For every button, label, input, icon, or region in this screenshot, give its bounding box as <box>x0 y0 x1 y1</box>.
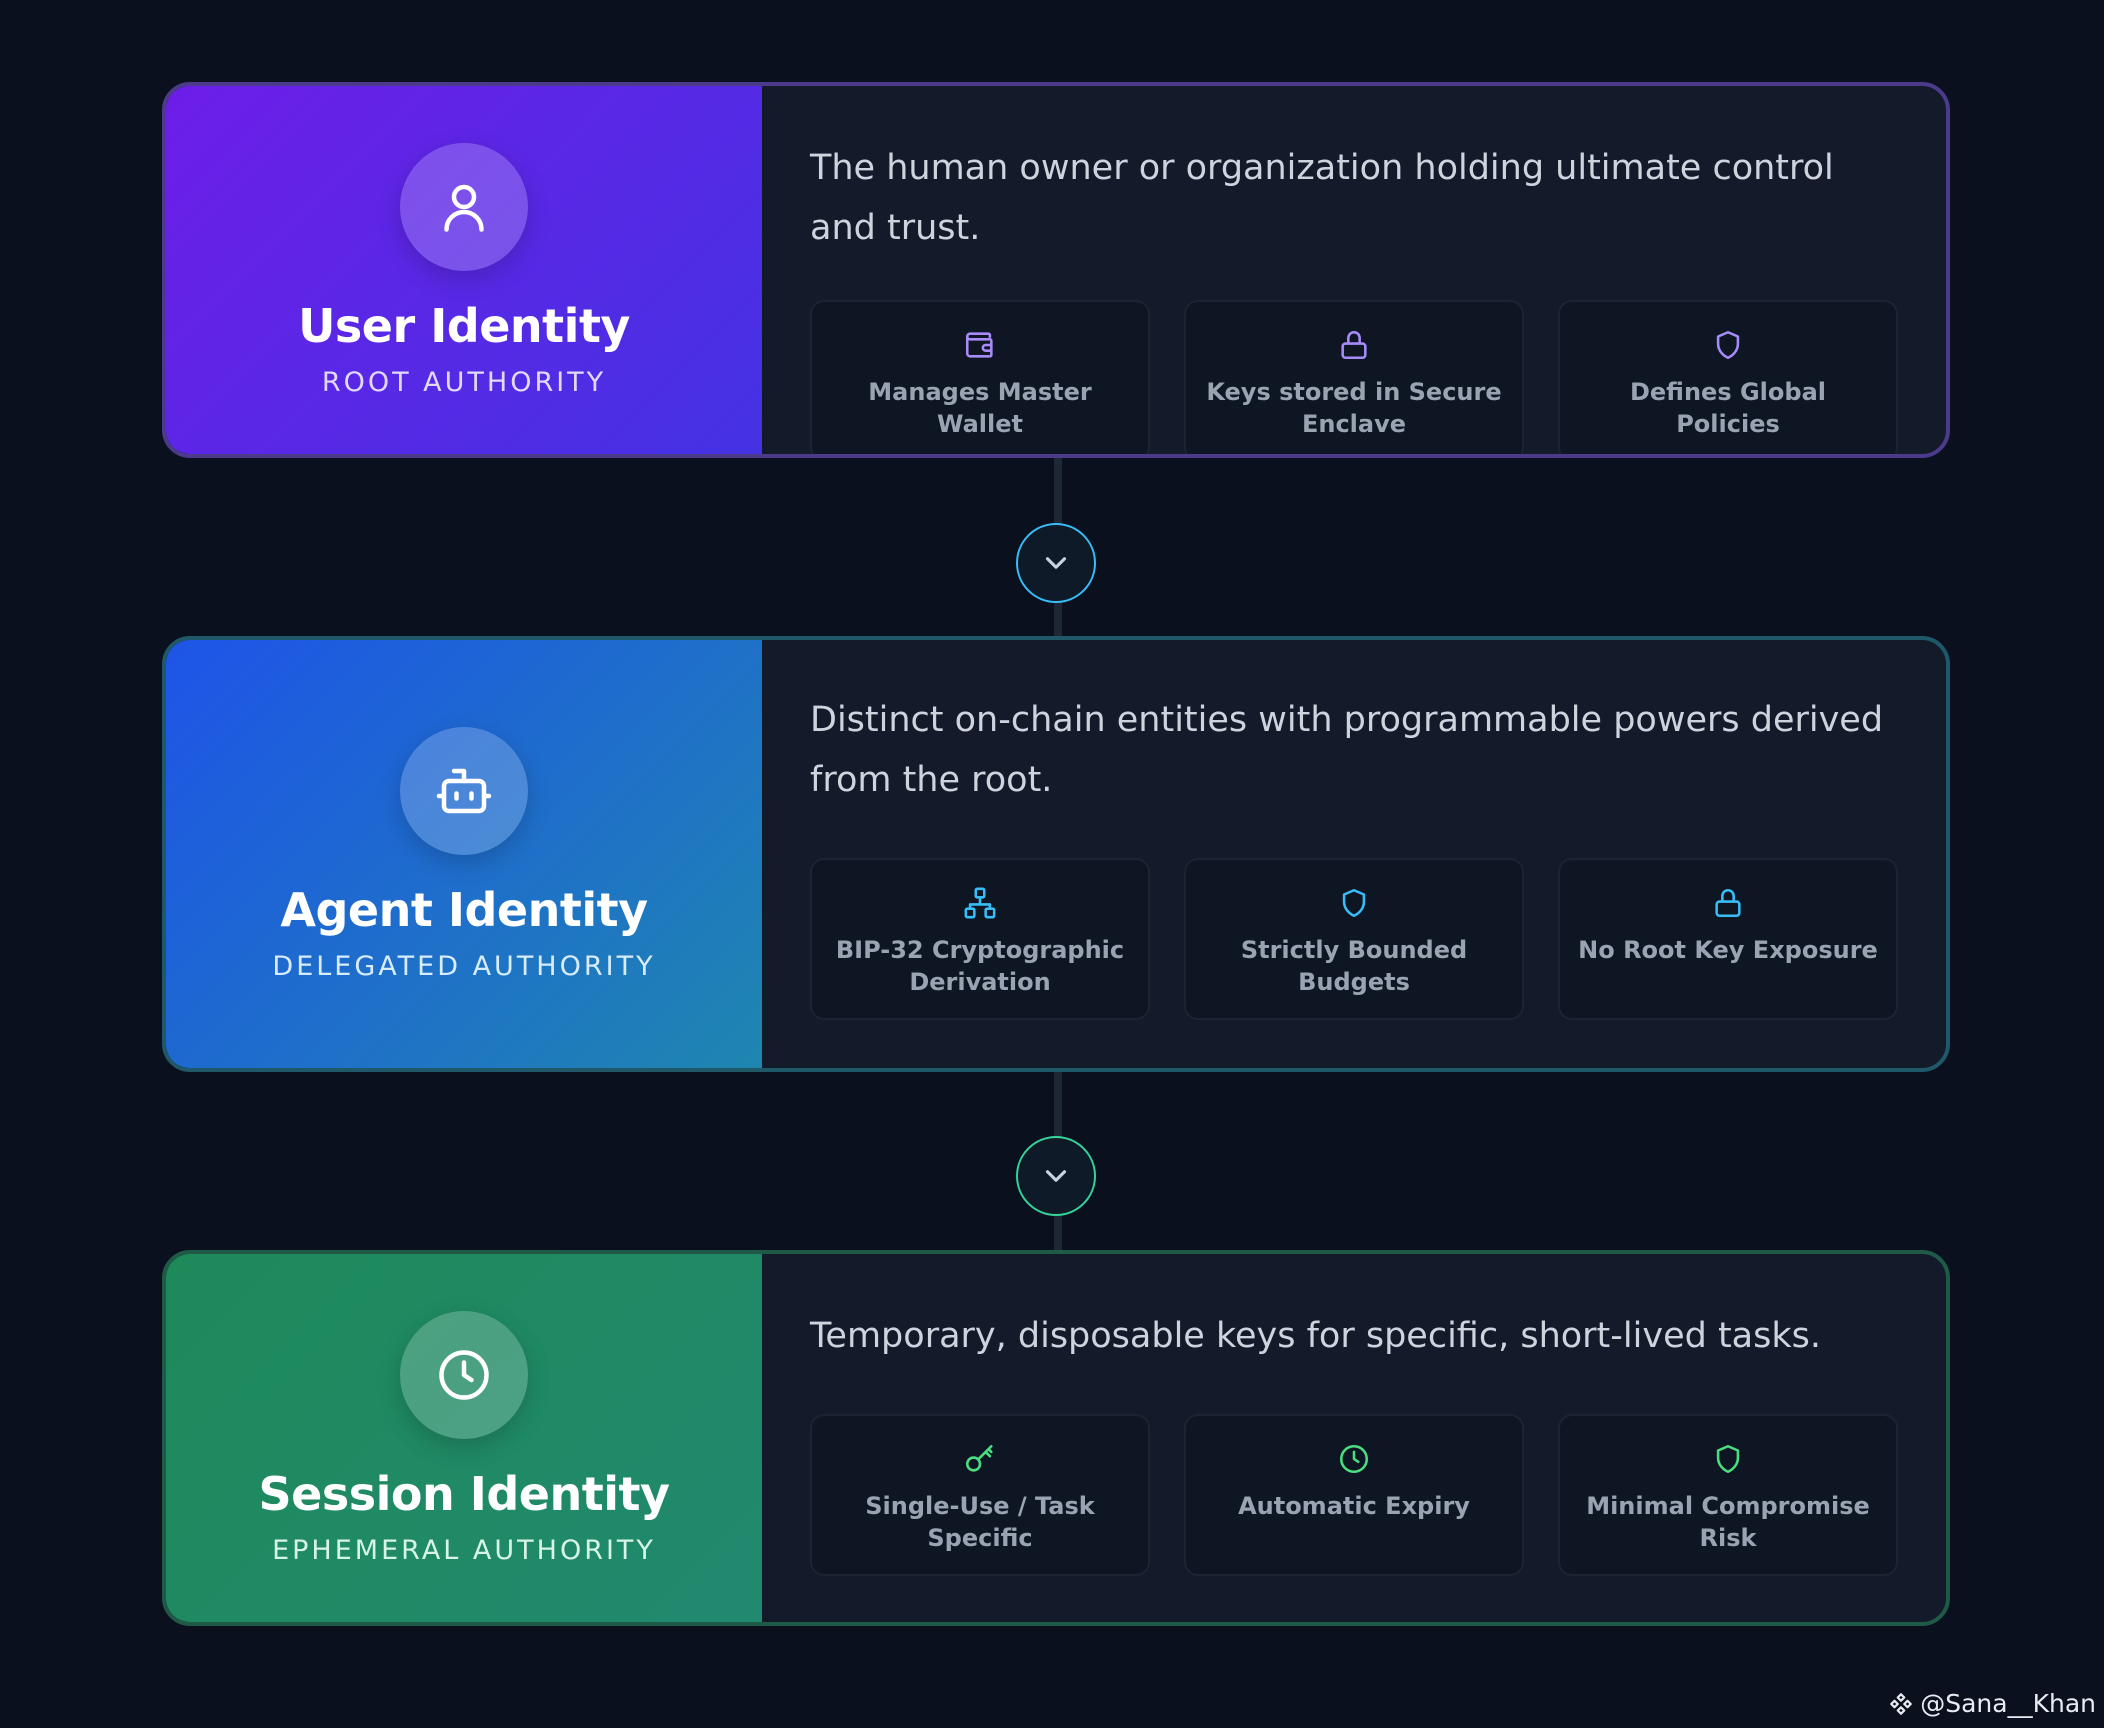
card-subtitle: ROOT AUTHORITY <box>321 366 607 398</box>
agent-avatar <box>400 726 528 855</box>
feature-tile: Single-Use / Task Specific <box>810 1414 1150 1576</box>
feature-tile: Keys stored in Secure Enclave <box>1184 300 1524 454</box>
agent-identity-body: Distinct on-chain entities with programm… <box>762 640 1946 1068</box>
lock-icon <box>1715 889 1741 918</box>
session-identity-body: Temporary, disposable keys for specific,… <box>762 1254 1946 1622</box>
session-identity-card: Session Identity EPHEMERAL AUTHORITY Tem… <box>162 1250 1950 1626</box>
key-icon <box>965 1444 993 1472</box>
card-title: Session Identity <box>258 1466 670 1521</box>
chevron-down-icon <box>1045 1170 1067 1182</box>
watermark-text: @Sana__Khan <box>1920 1689 2096 1718</box>
clock-icon <box>439 1349 489 1400</box>
feature-tile: No Root Key Exposure <box>1558 858 1898 1020</box>
feature-list: Manages Master Wallet Keys stored in Sec… <box>810 300 1898 454</box>
connector-chevron-button[interactable] <box>1016 1136 1096 1216</box>
shield-icon <box>1716 330 1740 360</box>
feature-label: Minimal Compromise Risk <box>1586 1492 1870 1552</box>
connector-chevron-button[interactable] <box>1016 523 1096 603</box>
feature-label: Defines Global Policies <box>1629 378 1826 438</box>
agent-identity-header: Agent Identity DELEGATED AUTHORITY <box>166 640 762 1068</box>
user-identity-body: The human owner or organization holding … <box>762 86 1946 454</box>
feature-list: Single-Use / Task Specific Automatic Exp… <box>810 1414 1898 1576</box>
card-subtitle: DELEGATED AUTHORITY <box>272 950 656 982</box>
card-subtitle: EPHEMERAL AUTHORITY <box>272 1534 656 1566</box>
session-identity-header: Session Identity EPHEMERAL AUTHORITY <box>166 1254 762 1622</box>
card-description: Distinct on-chain entities with programm… <box>810 700 1884 800</box>
feature-label: Automatic Expiry <box>1238 1492 1470 1520</box>
user-icon <box>444 184 484 232</box>
feature-tile: BIP-32 Cryptographic Derivation <box>810 858 1150 1020</box>
robot-icon <box>436 768 492 813</box>
user-identity-header: User Identity ROOT AUTHORITY <box>166 86 762 454</box>
feature-label: Manages Master Wallet <box>868 378 1092 438</box>
card-title: User Identity <box>298 298 630 353</box>
card-description: Temporary, disposable keys for specific,… <box>810 1316 1821 1356</box>
shield-icon <box>1342 888 1366 918</box>
feature-label: No Root Key Exposure <box>1578 936 1878 964</box>
feature-label: Single-Use / Task Specific <box>865 1492 1095 1552</box>
hierarchy-icon <box>964 887 996 919</box>
user-avatar <box>400 142 528 271</box>
chevron-down-icon <box>1045 557 1067 569</box>
session-avatar <box>400 1310 528 1439</box>
feature-tile: Strictly Bounded Budgets <box>1184 858 1524 1020</box>
feature-list: BIP-32 Cryptographic Derivation Strictly… <box>810 858 1898 1020</box>
feature-tile: Minimal Compromise Risk <box>1558 1414 1898 1576</box>
shield-icon <box>1716 1444 1740 1474</box>
lock-icon <box>1341 331 1367 360</box>
user-identity-card: User Identity ROOT AUTHORITY The human o… <box>162 82 1950 458</box>
feature-label: Strictly Bounded Budgets <box>1240 936 1468 996</box>
clock-icon <box>1339 1444 1369 1474</box>
watermark: @Sana__Khan <box>1888 1689 2096 1718</box>
card-title: Agent Identity <box>280 882 648 937</box>
feature-tile: Defines Global Policies <box>1558 300 1898 454</box>
agent-identity-card: Agent Identity DELEGATED AUTHORITY Disti… <box>162 636 1950 1072</box>
feature-label: Keys stored in Secure Enclave <box>1206 378 1502 438</box>
feature-label: BIP-32 Cryptographic Derivation <box>835 936 1125 996</box>
wallet-icon <box>965 332 993 358</box>
binance-logo-icon <box>1890 1692 1913 1715</box>
feature-tile: Manages Master Wallet <box>810 300 1150 454</box>
card-description: The human owner or organization holding … <box>810 148 1834 248</box>
feature-tile: Automatic Expiry <box>1184 1414 1524 1576</box>
